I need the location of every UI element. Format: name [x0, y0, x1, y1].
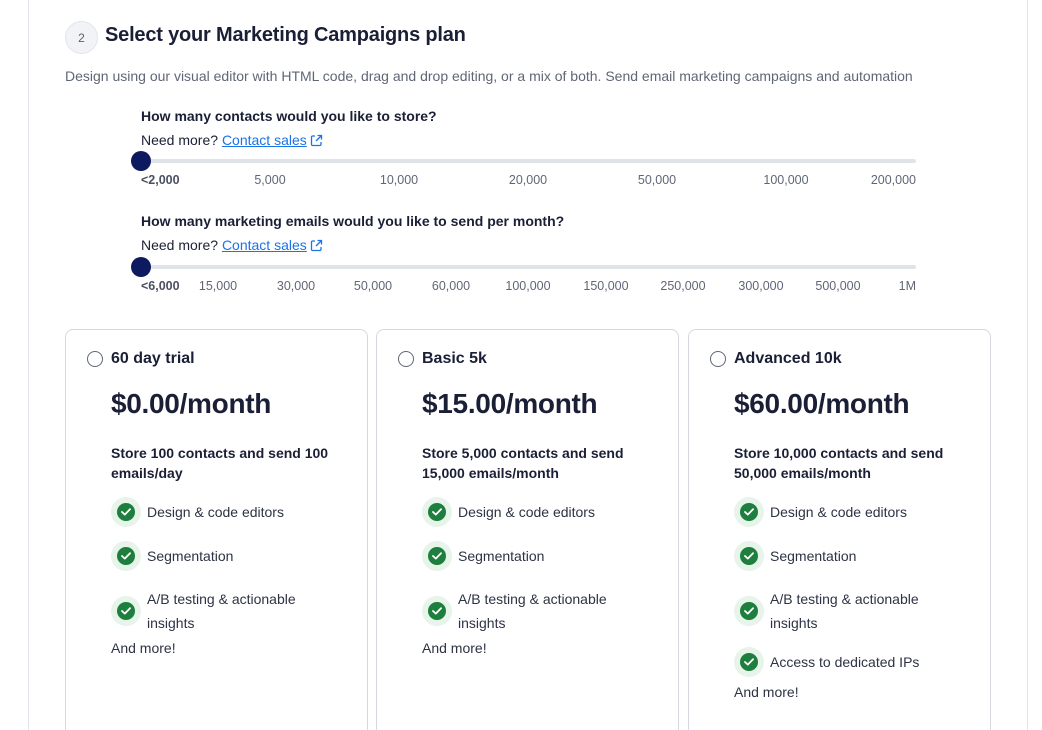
plan-feature: A/B testing & actionable insights: [422, 587, 638, 635]
contacts-slider-track[interactable]: [141, 159, 916, 163]
emails-slider-thumb[interactable]: [131, 257, 151, 277]
contacts-slider-thumb[interactable]: [131, 151, 151, 171]
contacts-question: How many contacts would you like to stor…: [141, 108, 437, 124]
slider-tick-label[interactable]: 200,000: [871, 173, 916, 187]
check-circle-icon: [422, 596, 452, 626]
plan-summary: Store 5,000 contacts and send 15,000 ema…: [422, 445, 624, 481]
check-circle-icon: [422, 497, 452, 527]
plan-radio-button[interactable]: [710, 351, 726, 367]
plan-price: $60.00/month: [734, 388, 910, 419]
slider-tick-label[interactable]: 50,000: [354, 279, 392, 293]
plan-feature-label: Access to dedicated IPs: [770, 654, 920, 670]
plan-radio-button[interactable]: [398, 351, 414, 367]
plan-feature: Design & code editors: [422, 497, 638, 527]
emails-slider-track[interactable]: [141, 265, 916, 269]
slider-tick-label[interactable]: 250,000: [660, 279, 705, 293]
slider-tick-label[interactable]: 500,000: [815, 279, 860, 293]
plan-name: Advanced 10k: [734, 350, 842, 367]
plan-feature-label: A/B testing & actionable insights: [770, 591, 919, 631]
need-more-label: Need more?: [141, 132, 219, 148]
plan-feature-label: A/B testing & actionable insights: [458, 591, 607, 631]
plan-card[interactable]: 60 day trial $0.00/month Store 100 contact…: [65, 329, 368, 730]
check-circle-icon: [111, 497, 141, 527]
check-circle-icon: [734, 647, 764, 677]
slider-tick-label[interactable]: 10,000: [380, 173, 418, 187]
slider-tick-label[interactable]: 100,000: [763, 173, 808, 187]
slider-tick-label[interactable]: 20,000: [509, 173, 547, 187]
check-circle-icon: [734, 541, 764, 571]
plan-card[interactable]: Advanced 10k $60.00/month Store 10,000 con…: [688, 329, 991, 730]
external-link-icon: [310, 134, 322, 147]
slider-tick-label[interactable]: 150,000: [583, 279, 628, 293]
emails-need-more: Need more? Contact sales: [141, 237, 323, 253]
slider-tick-label[interactable]: 100,000: [505, 279, 550, 293]
slider-tick-label[interactable]: 30,000: [277, 279, 315, 293]
slider-tick-label[interactable]: <6,000: [141, 279, 180, 293]
slider-tick-label[interactable]: 1M: [899, 279, 916, 293]
emails-question: How many marketing emails would you like…: [141, 213, 565, 229]
section-title: Select your Marketing Campaigns plan: [105, 24, 466, 46]
need-more-label: Need more?: [141, 237, 219, 253]
plan-more-text: And more!: [734, 684, 799, 700]
plan-feature-label: Segmentation: [458, 548, 545, 564]
plan-feature-label: Segmentation: [147, 548, 234, 564]
plan-price: $0.00/month: [111, 388, 272, 419]
plan-feature: Design & code editors: [111, 497, 327, 527]
slider-tick-label[interactable]: 300,000: [738, 279, 783, 293]
section-description: Design using our visual editor with HTML…: [65, 68, 913, 84]
plan-feature: Access to dedicated IPs: [734, 647, 950, 677]
plan-feature-label: Design & code editors: [147, 504, 284, 520]
slider-tick-label[interactable]: 60,000: [432, 279, 470, 293]
slider-tick-label[interactable]: 50,000: [638, 173, 676, 187]
plan-more-text: And more!: [111, 640, 176, 656]
plan-name: 60 day trial: [111, 350, 195, 367]
check-circle-icon: [734, 497, 764, 527]
plan-feature: Segmentation: [734, 541, 950, 571]
plan-feature-label: A/B testing & actionable insights: [147, 591, 296, 631]
check-circle-icon: [111, 541, 141, 571]
plan-name: Basic 5k: [422, 350, 487, 367]
check-circle-icon: [734, 596, 764, 626]
contacts-need-more: Need more? Contact sales: [141, 132, 323, 148]
plan-summary: Store 100 contacts and send 100 emails/d…: [111, 445, 329, 481]
plan-feature-label: Design & code editors: [458, 504, 595, 520]
plan-feature: Design & code editors: [734, 497, 950, 527]
plan-summary: Store 10,000 contacts and send 50,000 em…: [734, 445, 944, 481]
contact-sales-link[interactable]: Contact sales: [222, 237, 323, 253]
plan-feature: A/B testing & actionable insights: [111, 587, 327, 635]
plan-radio-button[interactable]: [87, 351, 103, 367]
slider-tick-label[interactable]: 5,000: [254, 173, 285, 187]
slider-tick-label[interactable]: <2,000: [141, 173, 180, 187]
check-circle-icon: [422, 541, 452, 571]
plan-feature: A/B testing & actionable insights: [734, 587, 950, 635]
plan-more-text: And more!: [422, 640, 487, 656]
step-number-badge: 2: [65, 21, 98, 54]
plan-price: $15.00/month: [422, 388, 598, 419]
slider-tick-label[interactable]: 15,000: [199, 279, 237, 293]
plan-feature-label: Design & code editors: [770, 504, 907, 520]
external-link-icon: [310, 239, 322, 252]
plan-feature: Segmentation: [422, 541, 638, 571]
plan-feature: Segmentation: [111, 541, 327, 571]
plan-feature-label: Segmentation: [770, 548, 857, 564]
contact-sales-link[interactable]: Contact sales: [222, 132, 323, 148]
check-circle-icon: [111, 596, 141, 626]
plan-card[interactable]: Basic 5k $15.00/month Store 5,000 contacts…: [376, 329, 679, 730]
